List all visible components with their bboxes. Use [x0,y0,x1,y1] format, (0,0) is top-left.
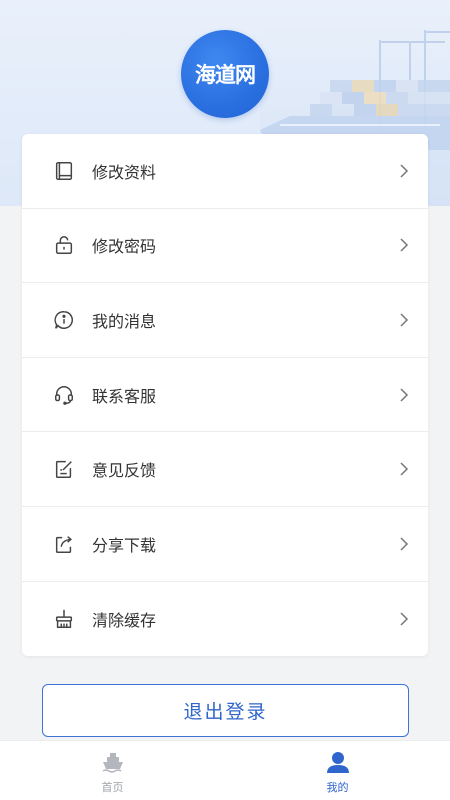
menu-item-feedback[interactable]: 意见反馈 [22,432,428,507]
chevron-right-icon [400,388,409,402]
bottom-tab-bar: 首页 我的 [0,740,450,800]
profile-book-icon [52,159,76,183]
menu-item-label: 联系客服 [92,386,157,406]
feedback-edit-icon [52,457,76,481]
headset-icon [52,383,76,407]
menu-item-label: 我的消息 [92,311,157,331]
menu-item-contact-support[interactable]: 联系客服 [22,358,428,433]
share-icon [52,532,76,556]
chevron-right-icon [400,238,409,252]
menu-item-clear-cache[interactable]: 清除缓存 [22,582,428,657]
menu-item-change-password[interactable]: 修改密码 [22,209,428,284]
chevron-right-icon [400,537,409,551]
chevron-right-icon [400,462,409,476]
menu-item-my-messages[interactable]: 我的消息 [22,283,428,358]
lock-icon [52,233,76,257]
menu-item-label: 修改密码 [92,237,157,257]
menu-item-label: 分享下载 [92,535,157,555]
chevron-right-icon [400,164,409,178]
broom-icon [52,607,76,631]
logout-button[interactable]: 退出登录 [42,684,409,737]
chevron-right-icon [400,612,409,626]
menu-item-label: 清除缓存 [92,610,157,630]
menu-item-share-download[interactable]: 分享下载 [22,507,428,582]
app-logo: 海道网 [181,30,269,118]
tab-label: 首页 [101,781,124,794]
menu-item-edit-profile[interactable]: 修改资料 [22,134,428,209]
chevron-right-icon [400,313,409,327]
info-message-icon [52,308,76,332]
tab-label: 我的 [326,781,349,794]
user-icon [326,752,349,773]
tab-me[interactable]: 我的 [225,741,450,800]
menu-item-label: 意见反馈 [92,461,157,481]
ship-icon [102,753,123,773]
tab-home[interactable]: 首页 [0,741,225,800]
logo-text: 海道网 [195,63,256,87]
menu-item-label: 修改资料 [92,162,157,182]
settings-menu: 修改资料 修改密码 我的消息 联系客服 意见反馈 分享下载 清除缓存 [22,134,428,656]
